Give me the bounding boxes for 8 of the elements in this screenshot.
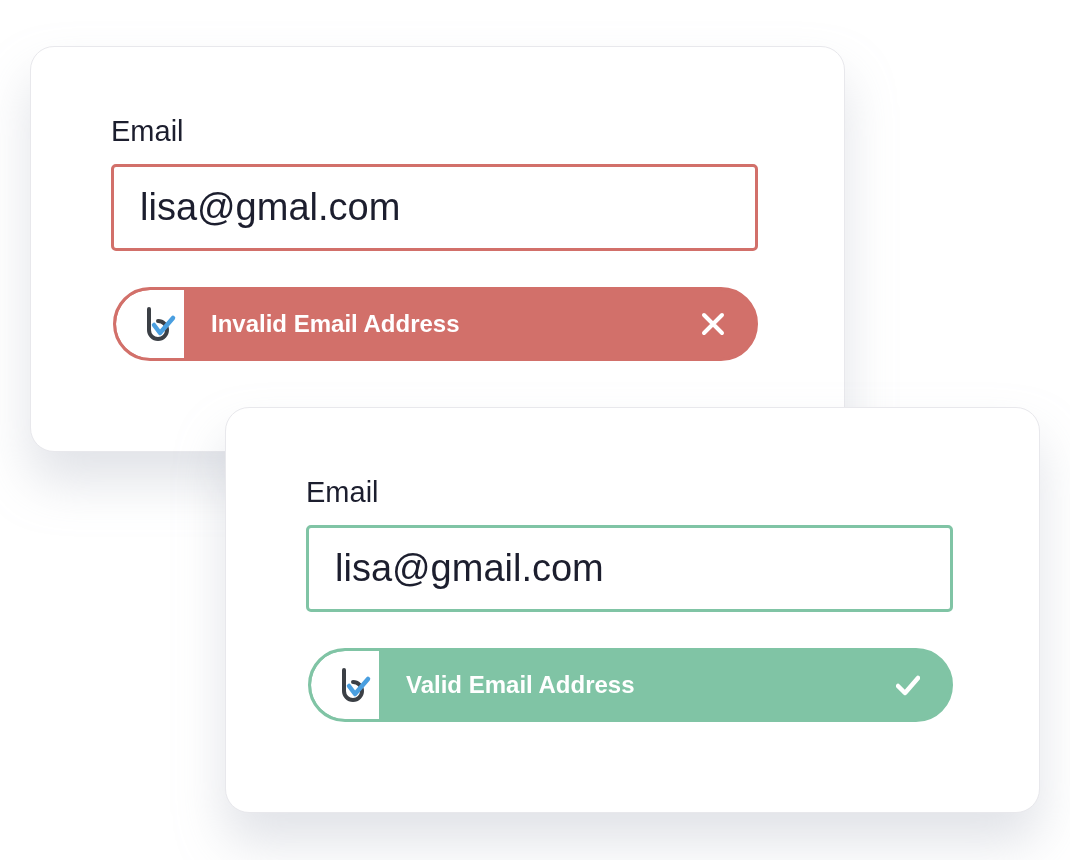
email-field[interactable]: lisa@gmail.com (306, 525, 953, 612)
field-label: Email (306, 476, 380, 509)
validation-message: Invalid Email Address (211, 310, 461, 338)
validation-message: Valid Email Address (406, 671, 636, 699)
field-label: Email (111, 115, 185, 148)
email-field[interactable]: lisa@gmal.com (111, 164, 758, 251)
check-icon (896, 673, 920, 697)
cross-icon (701, 312, 725, 336)
